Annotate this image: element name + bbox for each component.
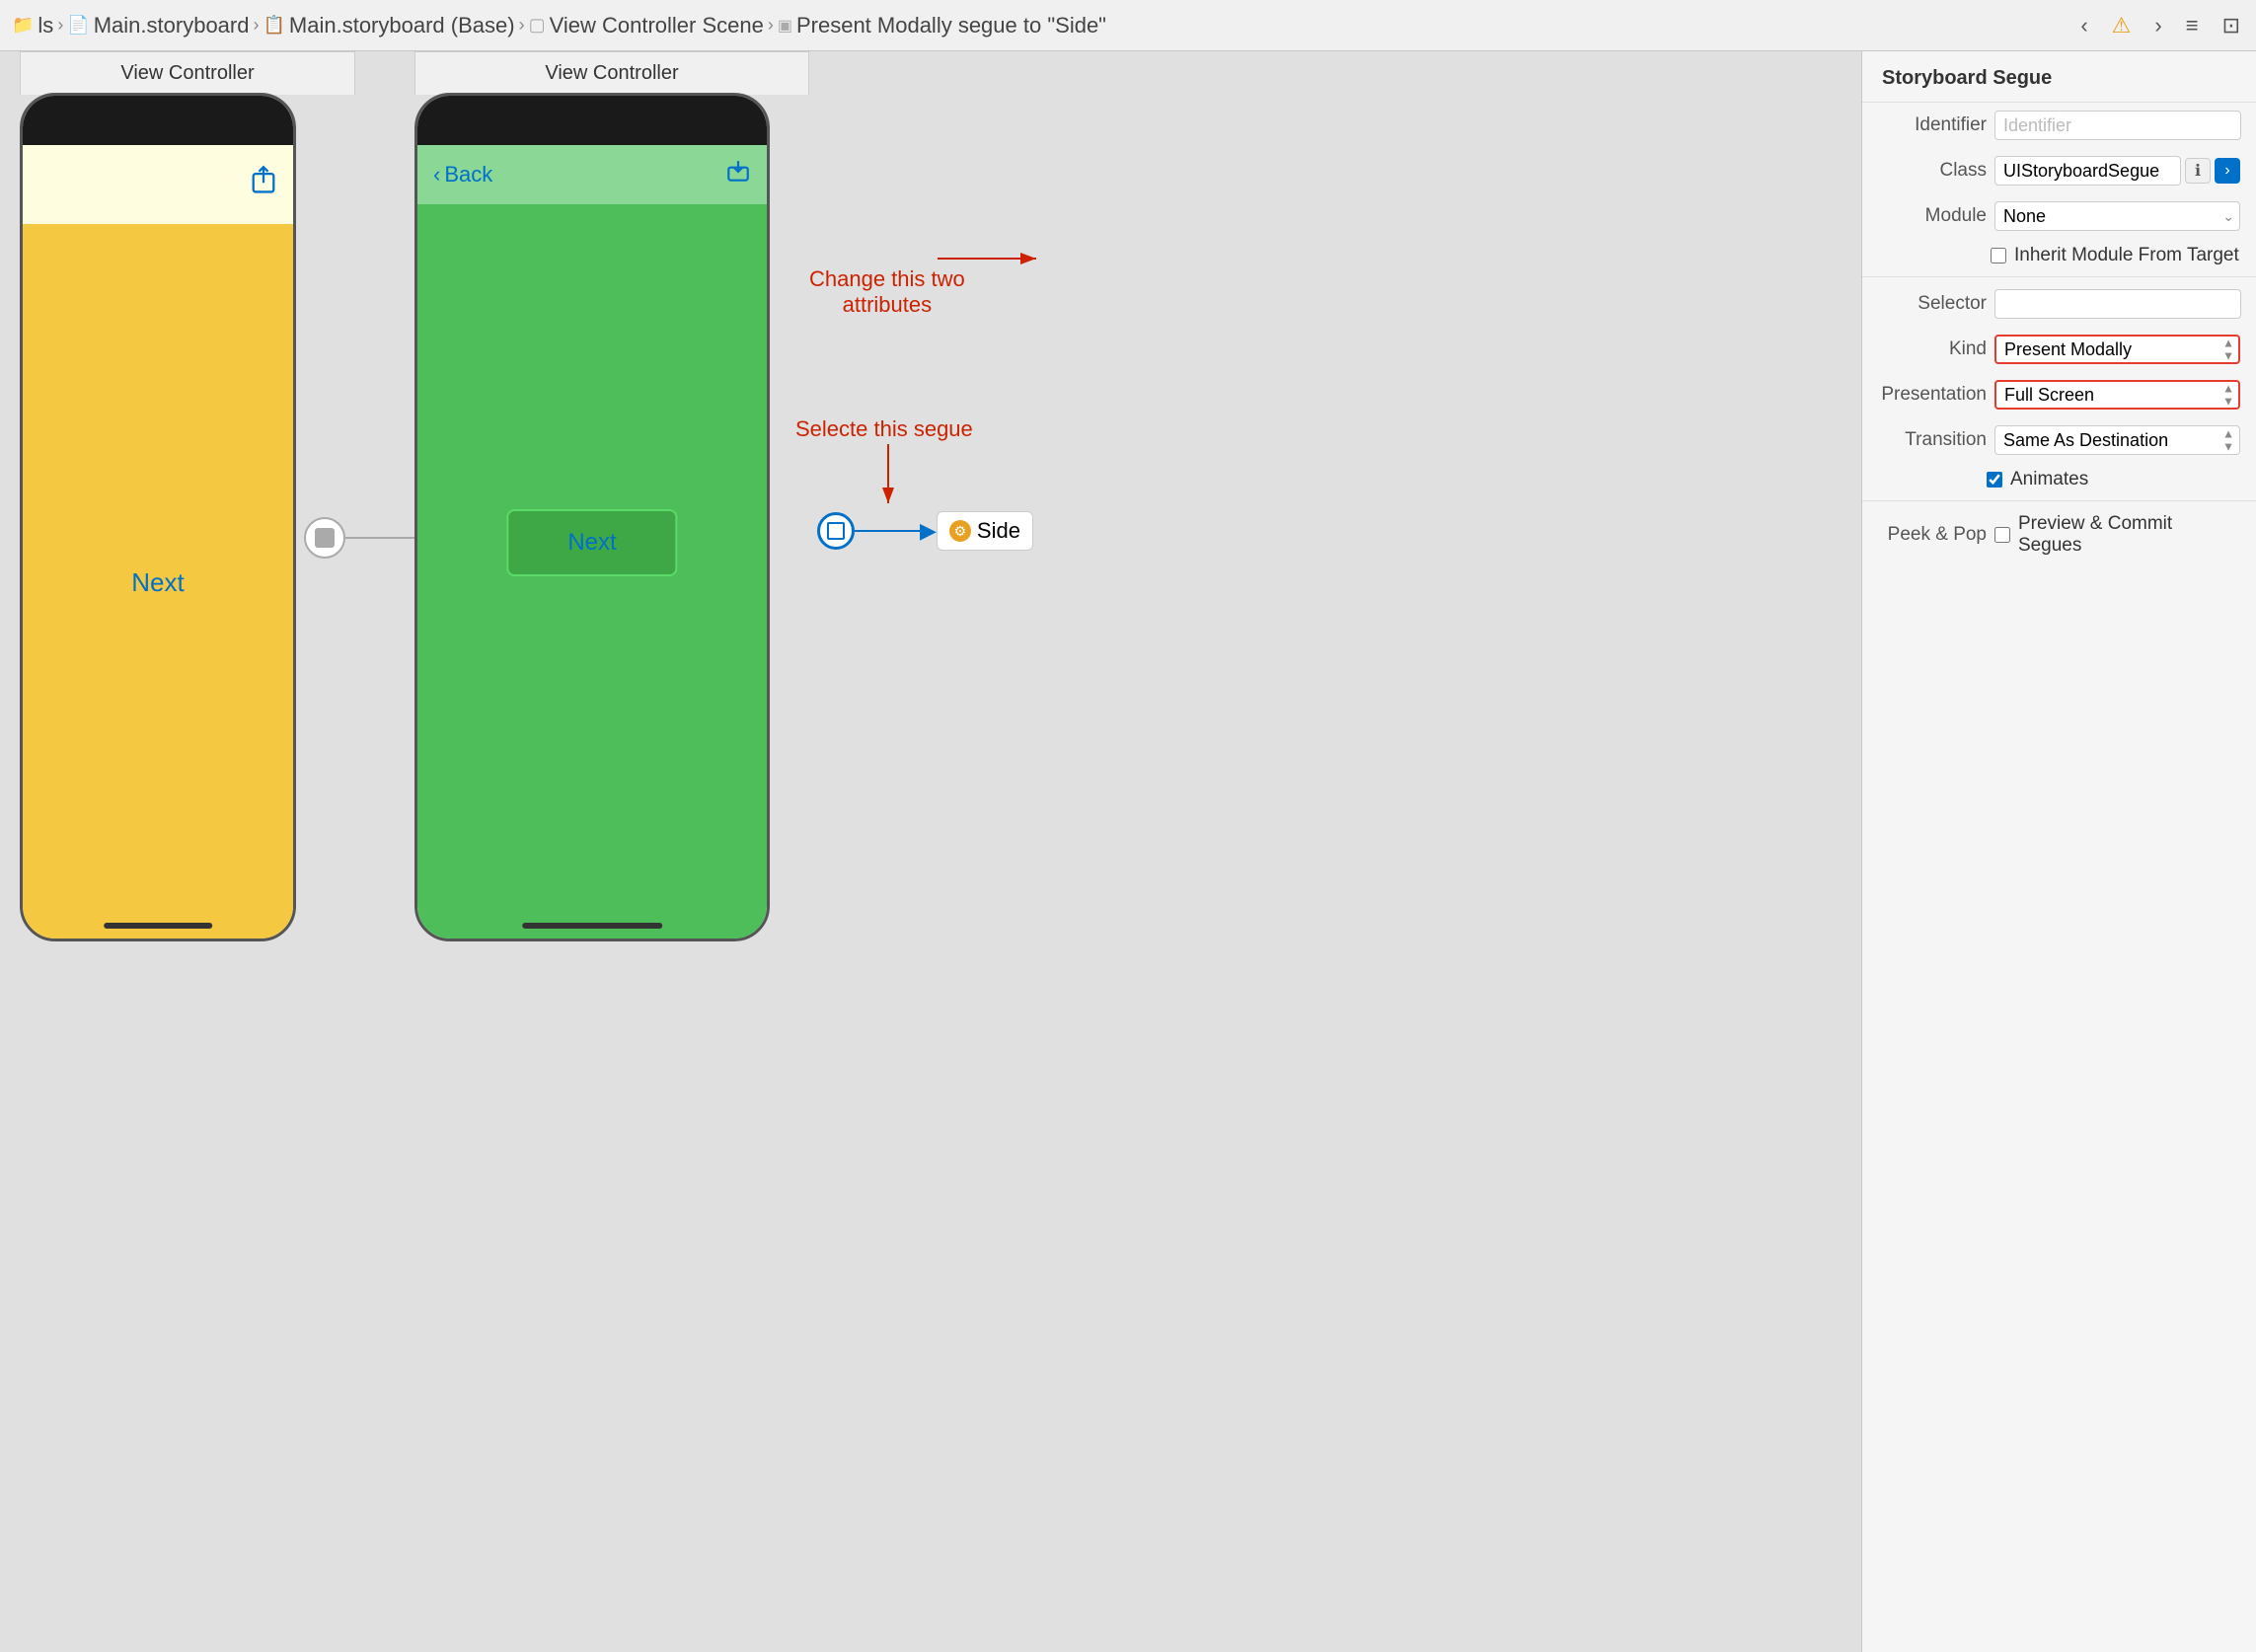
selector-row: Selector <box>1862 281 2256 327</box>
phone1-home-bar <box>104 923 212 929</box>
side-destination: ⚙ Side <box>937 511 1033 551</box>
nav-forward-button[interactable]: › <box>2150 9 2165 42</box>
inherit-module-row: Inherit Module From Target <box>1862 239 2256 272</box>
blue-arrow-line <box>855 530 924 532</box>
vc2-title-bar: View Controller <box>414 51 809 95</box>
annotation-arrow-select <box>868 444 928 523</box>
selector-label: Selector <box>1878 293 1987 315</box>
phone1-mockup: Next <box>20 93 296 941</box>
identifier-label: Identifier <box>1878 114 1987 136</box>
nav-warning-button[interactable]: ⚠ <box>2108 9 2136 42</box>
top-toolbar: 📁 ls › 📄 Main.storyboard › 📋 Main.storyb… <box>0 0 2256 51</box>
class-info-btn[interactable]: ℹ <box>2185 158 2211 184</box>
nav-back-button[interactable]: ‹ <box>2076 9 2091 42</box>
module-row: Module None ⌄ <box>1862 193 2256 239</box>
identifier-row: Identifier <box>1862 103 2256 148</box>
storyboard-base-icon: 📋 <box>263 15 284 36</box>
inherit-module-label: Inherit Module From Target <box>2014 245 2239 266</box>
breadcrumb-item-segue[interactable]: ▣ Present Modally segue to "Side" <box>778 13 1106 38</box>
main-layout: View Controller Next <box>0 51 2256 1652</box>
identifier-input[interactable] <box>1994 111 2241 140</box>
presentation-label: Presentation <box>1878 384 1987 406</box>
presentation-select[interactable]: Full Screen Automatic Current Context Pa… <box>1994 380 2240 410</box>
phone2-download-icon[interactable] <box>725 159 751 191</box>
phone2-home-bar <box>522 923 662 929</box>
breadcrumb-item-main-storyboard[interactable]: 📄 Main.storyboard <box>67 13 249 38</box>
breadcrumb: 📁 ls › 📄 Main.storyboard › 📋 Main.storyb… <box>12 13 1106 38</box>
kind-select-wrap: Present Modally Show Show Detail Present… <box>1994 335 2240 364</box>
transition-select[interactable]: Same As Destination Cover Vertical Flip … <box>1994 425 2240 455</box>
breadcrumb-item-main-storyboard-base[interactable]: 📋 Main.storyboard (Base) <box>263 13 514 38</box>
selector-input[interactable] <box>1994 289 2241 319</box>
class-arrow-btn[interactable]: › <box>2215 158 2240 184</box>
vc1-title-bar: View Controller <box>20 51 355 95</box>
presentation-select-wrap: Full Screen Automatic Current Context Pa… <box>1994 380 2240 410</box>
right-panel: Storyboard Segue Identifier Class UIStor… <box>1861 51 2256 1652</box>
breadcrumb-item-vc-scene[interactable]: ▢ View Controller Scene <box>529 13 764 38</box>
animates-checkbox[interactable] <box>1987 472 2002 488</box>
inherit-module-checkbox[interactable] <box>1991 248 2006 263</box>
breadcrumb-item-ls[interactable]: ls <box>38 13 53 38</box>
panel-title: Storyboard Segue <box>1862 51 2256 103</box>
class-wrap: UIStoryboardSegue ℹ › <box>1994 156 2240 186</box>
presentation-row: Presentation Full Screen Automatic Curre… <box>1862 372 2256 417</box>
class-label: Class <box>1878 160 1987 182</box>
kind-row: Kind Present Modally Show Show Detail Pr… <box>1862 327 2256 372</box>
animates-label: Animates <box>2010 469 2088 490</box>
class-select[interactable]: UIStoryboardSegue <box>1994 156 2181 186</box>
animates-row: Animates <box>1862 463 2256 496</box>
kind-select[interactable]: Present Modally Show Show Detail Present… <box>1994 335 2240 364</box>
peek-commit-label: Preview & Commit Segues <box>2018 513 2240 557</box>
blue-segue-inner <box>827 522 845 540</box>
side-destination-icon: ⚙ <box>949 520 971 542</box>
phone2-nav-bar: ‹ Back <box>417 145 767 204</box>
phone1-body: Next <box>23 145 293 940</box>
peek-checkbox[interactable] <box>1994 527 2010 543</box>
annotation-select: Selecte this segue <box>795 416 973 442</box>
phone1-next-label: Next <box>131 567 184 598</box>
phone2-body: ‹ Back Next <box>417 145 767 940</box>
toolbar-icons: ‹ ⚠ › ≡ ⊡ <box>2076 9 2244 42</box>
peek-pop-row: Peek & Pop Preview & Commit Segues <box>1862 505 2256 564</box>
module-label: Module <box>1878 205 1987 227</box>
blue-segue-circle <box>817 512 855 550</box>
module-select[interactable]: None <box>1994 201 2240 231</box>
canvas-area[interactable]: View Controller Next <box>0 51 1861 1652</box>
breadcrumb-sep-1: › <box>57 15 63 36</box>
phone2-next-btn[interactable]: Next <box>506 509 677 576</box>
phone2-mockup: ‹ Back Next <box>414 93 770 941</box>
vc-scene-icon: ▢ <box>529 15 546 36</box>
window-button[interactable]: ⊡ <box>2218 9 2244 42</box>
transition-row: Transition Same As Destination Cover Ver… <box>1862 417 2256 463</box>
breadcrumb-sep-4: › <box>768 15 774 36</box>
hamburger-button[interactable]: ≡ <box>2182 9 2203 42</box>
annotation-arrow-change <box>938 229 1135 308</box>
storyboard-file-icon: 📄 <box>67 15 89 36</box>
transition-label: Transition <box>1878 429 1987 451</box>
kind-label: Kind <box>1878 338 1987 360</box>
divider-2 <box>1862 500 2256 501</box>
breadcrumb-sep-2: › <box>253 15 259 36</box>
transition-select-wrap: Same As Destination Cover Vertical Flip … <box>1994 425 2240 455</box>
segue-crumb-icon: ▣ <box>778 16 792 36</box>
phone2-back-btn[interactable]: ‹ Back <box>433 162 492 188</box>
divider-1 <box>1862 276 2256 277</box>
folder-icon: 📁 <box>12 15 34 36</box>
phone1-share-icon[interactable] <box>250 165 277 203</box>
breadcrumb-sep-3: › <box>519 15 525 36</box>
class-row: Class UIStoryboardSegue ℹ › <box>1862 148 2256 193</box>
peek-label: Peek & Pop <box>1878 524 1987 546</box>
